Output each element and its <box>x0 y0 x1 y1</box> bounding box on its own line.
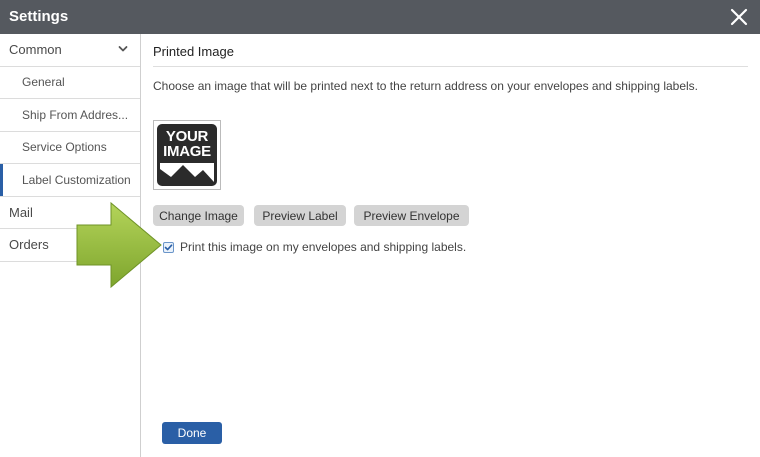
sidebar-item-label: Mail <box>9 204 33 220</box>
sidebar-item-label: General <box>22 75 65 90</box>
sidebar-item-label: Ship From Addres... <box>22 107 129 122</box>
sidebar-item-ship-from-address[interactable]: Ship From Addres... <box>0 99 140 132</box>
sidebar-item-label: Common <box>9 42 62 58</box>
checkmark-icon <box>164 243 173 250</box>
window-title: Settings <box>9 8 69 25</box>
sidebar-item-label: Orders <box>9 237 49 253</box>
sidebar-item-service-options[interactable]: Service Options <box>0 132 140 164</box>
chevron-down-icon <box>118 46 128 52</box>
print-image-option: Print this image on my envelopes and shi… <box>163 240 466 254</box>
title-bar: Settings <box>0 0 760 34</box>
green-arrow-icon <box>76 201 162 289</box>
close-icon[interactable] <box>728 6 750 28</box>
main-panel: Printed Image Choose an image that will … <box>142 34 760 457</box>
image-placeholder-icon: YOUR IMAGE <box>157 124 217 186</box>
sidebar-item-general[interactable]: General <box>0 67 140 99</box>
section-description: Choose an image that will be printed nex… <box>153 79 699 93</box>
sidebar-item-label: Label Customization <box>22 172 131 187</box>
mountain-icon <box>160 163 214 182</box>
sidebar-item-label-customization[interactable]: Label Customization <box>0 164 140 197</box>
preview-envelope-button[interactable]: Preview Envelope <box>354 205 469 226</box>
preview-label-button[interactable]: Preview Label <box>254 205 346 226</box>
print-image-checkbox-label: Print this image on my envelopes and shi… <box>180 240 467 254</box>
done-button[interactable]: Done <box>162 422 222 444</box>
sidebar-item-common[interactable]: Common <box>0 34 140 67</box>
section-title: Printed Image <box>153 44 234 59</box>
printed-image-preview: YOUR IMAGE <box>153 120 221 190</box>
section-divider <box>153 66 748 67</box>
print-image-checkbox[interactable] <box>163 241 174 253</box>
change-image-button[interactable]: Change Image <box>153 205 244 226</box>
sidebar-item-label: Service Options <box>22 140 107 155</box>
